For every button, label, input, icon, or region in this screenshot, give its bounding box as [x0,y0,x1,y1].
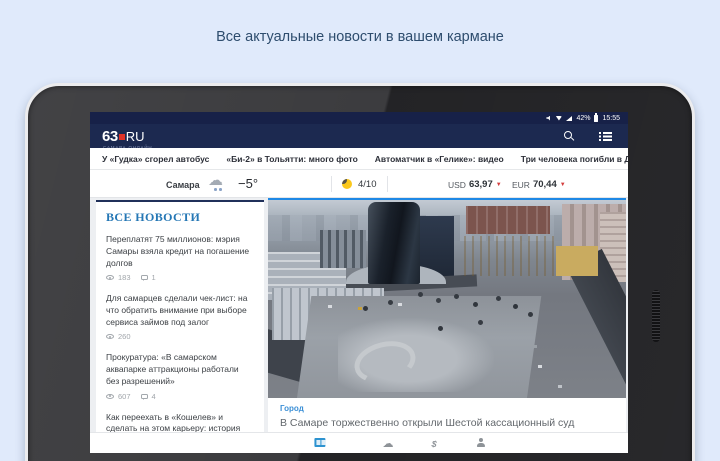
nav-label: Профиль [467,453,495,454]
usd-rate[interactable]: USD 63,97 ▼ [448,179,502,190]
news-list-item[interactable]: Переплатят 75 миллионов: мэрия Самары вз… [106,234,254,282]
tablet-device: 42% 15:55 63 RU САМАРА ОНЛАЙН У «Гудка» … [25,83,695,461]
views-count: 183 [118,273,131,283]
snow-dots-icon [214,188,217,191]
page-tagline: Все актуальные новости в вашем кармане [216,29,504,45]
news-title: Прокуратура: «В самарском аквапарке аттр… [106,352,239,387]
weather-city[interactable]: Самара [166,180,200,190]
ticker-item[interactable]: «Би-2» в Тольятти: много фото [226,154,357,164]
divider [387,176,388,192]
signal-icon [566,115,573,121]
views-icon [106,275,114,281]
logo-suffix: RU [125,128,145,144]
featured-caption: Город В Самаре торжественно открыли Шест… [268,398,626,429]
cloud-icon: ☁ [382,438,394,450]
usd-value: 63,97 [468,179,493,190]
featured-category[interactable]: Город [280,404,614,413]
eur-label: EUR [512,179,530,190]
newspaper-icon [314,438,326,447]
usd-label: USD [448,179,466,190]
info-bar: Самара ☁ −5° 4/10 USD 63,97 ▼ EUR 70,44 … [90,170,628,198]
nav-item-profile[interactable]: Профиль [467,434,495,453]
news-title: Для самарцев сделали чек-лист: на что об… [106,293,248,327]
temperature[interactable]: −5° [238,176,258,191]
nav-item-news[interactable]: Новости [307,434,333,454]
speaker-grille-icon [652,290,660,342]
nav-label: Курсы валют [415,453,454,454]
battery-icon [594,113,599,122]
views-count: 607 [118,391,131,401]
comments-icon [140,275,148,282]
status-bar: 42% 15:55 [90,112,628,124]
person-icon [476,438,486,447]
news-ticker: У «Гудка» сгорел автобус «Би-2» в Тольят… [90,148,628,170]
promo-page: Все актуальные новости в вашем кармане 4… [0,0,720,461]
comments-count: 4 [151,391,156,401]
dollar-icon: $ [430,438,438,450]
mute-icon [546,115,550,121]
photo-shape [328,305,332,308]
views-count: 260 [118,332,131,342]
photo-shape [466,206,550,234]
battery-percent: 42% [576,114,591,122]
wifi-icon [555,115,563,121]
ticker-item[interactable]: У «Гудка» сгорел автобус [102,154,209,164]
news-title: Как переехать в «Кошелев» и сделать на э… [106,411,241,432]
comments-icon [140,393,148,400]
content-area: ВСЕ НОВОСТИ Переплатят 75 миллионов: мэр… [90,198,628,432]
snow-cloud-icon: ☁ [208,172,223,189]
news-title: Переплатят 75 миллионов: мэрия Самары вз… [106,234,250,268]
eur-rate[interactable]: EUR 70,44 ▼ [512,179,566,190]
news-list-panel: ВСЕ НОВОСТИ Переплатят 75 миллионов: мэр… [96,200,264,432]
search-icon[interactable] [564,130,575,142]
ticker-item[interactable]: Автоматчик в «Гелике»: видео [375,154,504,164]
news-meta: 260 [106,332,254,341]
logo-number: 63 [102,127,118,145]
ticker-item[interactable]: Три человека погибли в ДТП [521,154,628,164]
news-list-item[interactable]: Для самарцев сделали чек-лист: на что об… [106,293,254,341]
down-arrow-icon: ▼ [559,181,566,188]
app-header: 63 RU САМАРА ОНЛАЙН [90,124,628,150]
moon-phase-icon [342,179,352,189]
moon-phase-value[interactable]: 4/10 [358,179,377,190]
photo-shape [556,246,598,276]
appbar-actions [564,130,612,142]
news-list-item[interactable]: Прокуратура: «В самарском аквапарке аттр… [106,352,254,401]
news-list-item[interactable]: Как переехать в «Кошелев» и сделать на э… [106,412,254,432]
menu-icon[interactable] [599,131,612,141]
featured-article[interactable]: Город В Самаре торжественно открыли Шест… [268,198,626,432]
photo-shape [418,292,423,297]
down-arrow-icon: ▼ [495,181,502,188]
nav-label: Новости [307,453,332,454]
news-meta: 183 1 [106,273,254,282]
photo-shape [464,236,560,276]
featured-title: В Самаре торжественно открыли Шестой кас… [280,417,575,429]
bottom-nav: Новости ☁ Погода $ Курсы валют Профиль [90,432,628,453]
tablet-screen: 42% 15:55 63 RU САМАРА ОНЛАЙН У «Гудка» … [90,112,628,453]
nav-label: Погода [377,453,398,454]
app-logo[interactable]: 63 RU САМАРА ОНЛАЙН [102,127,152,150]
photo-shape [368,202,420,284]
divider [331,176,332,192]
views-icon [106,334,114,340]
eur-value: 70,44 [532,179,557,190]
photo-shape [320,230,366,268]
featured-photo [268,200,626,398]
news-meta: 607 4 [106,392,254,401]
comments-count: 1 [151,273,156,283]
status-time: 15:55 [602,114,620,122]
nav-item-currency[interactable]: $ Курсы валют [415,434,454,453]
nav-item-weather[interactable]: ☁ Погода [377,434,398,454]
news-panel-title: ВСЕ НОВОСТИ [106,210,201,224]
logo-red-square-icon [118,134,125,140]
views-icon [106,393,114,399]
